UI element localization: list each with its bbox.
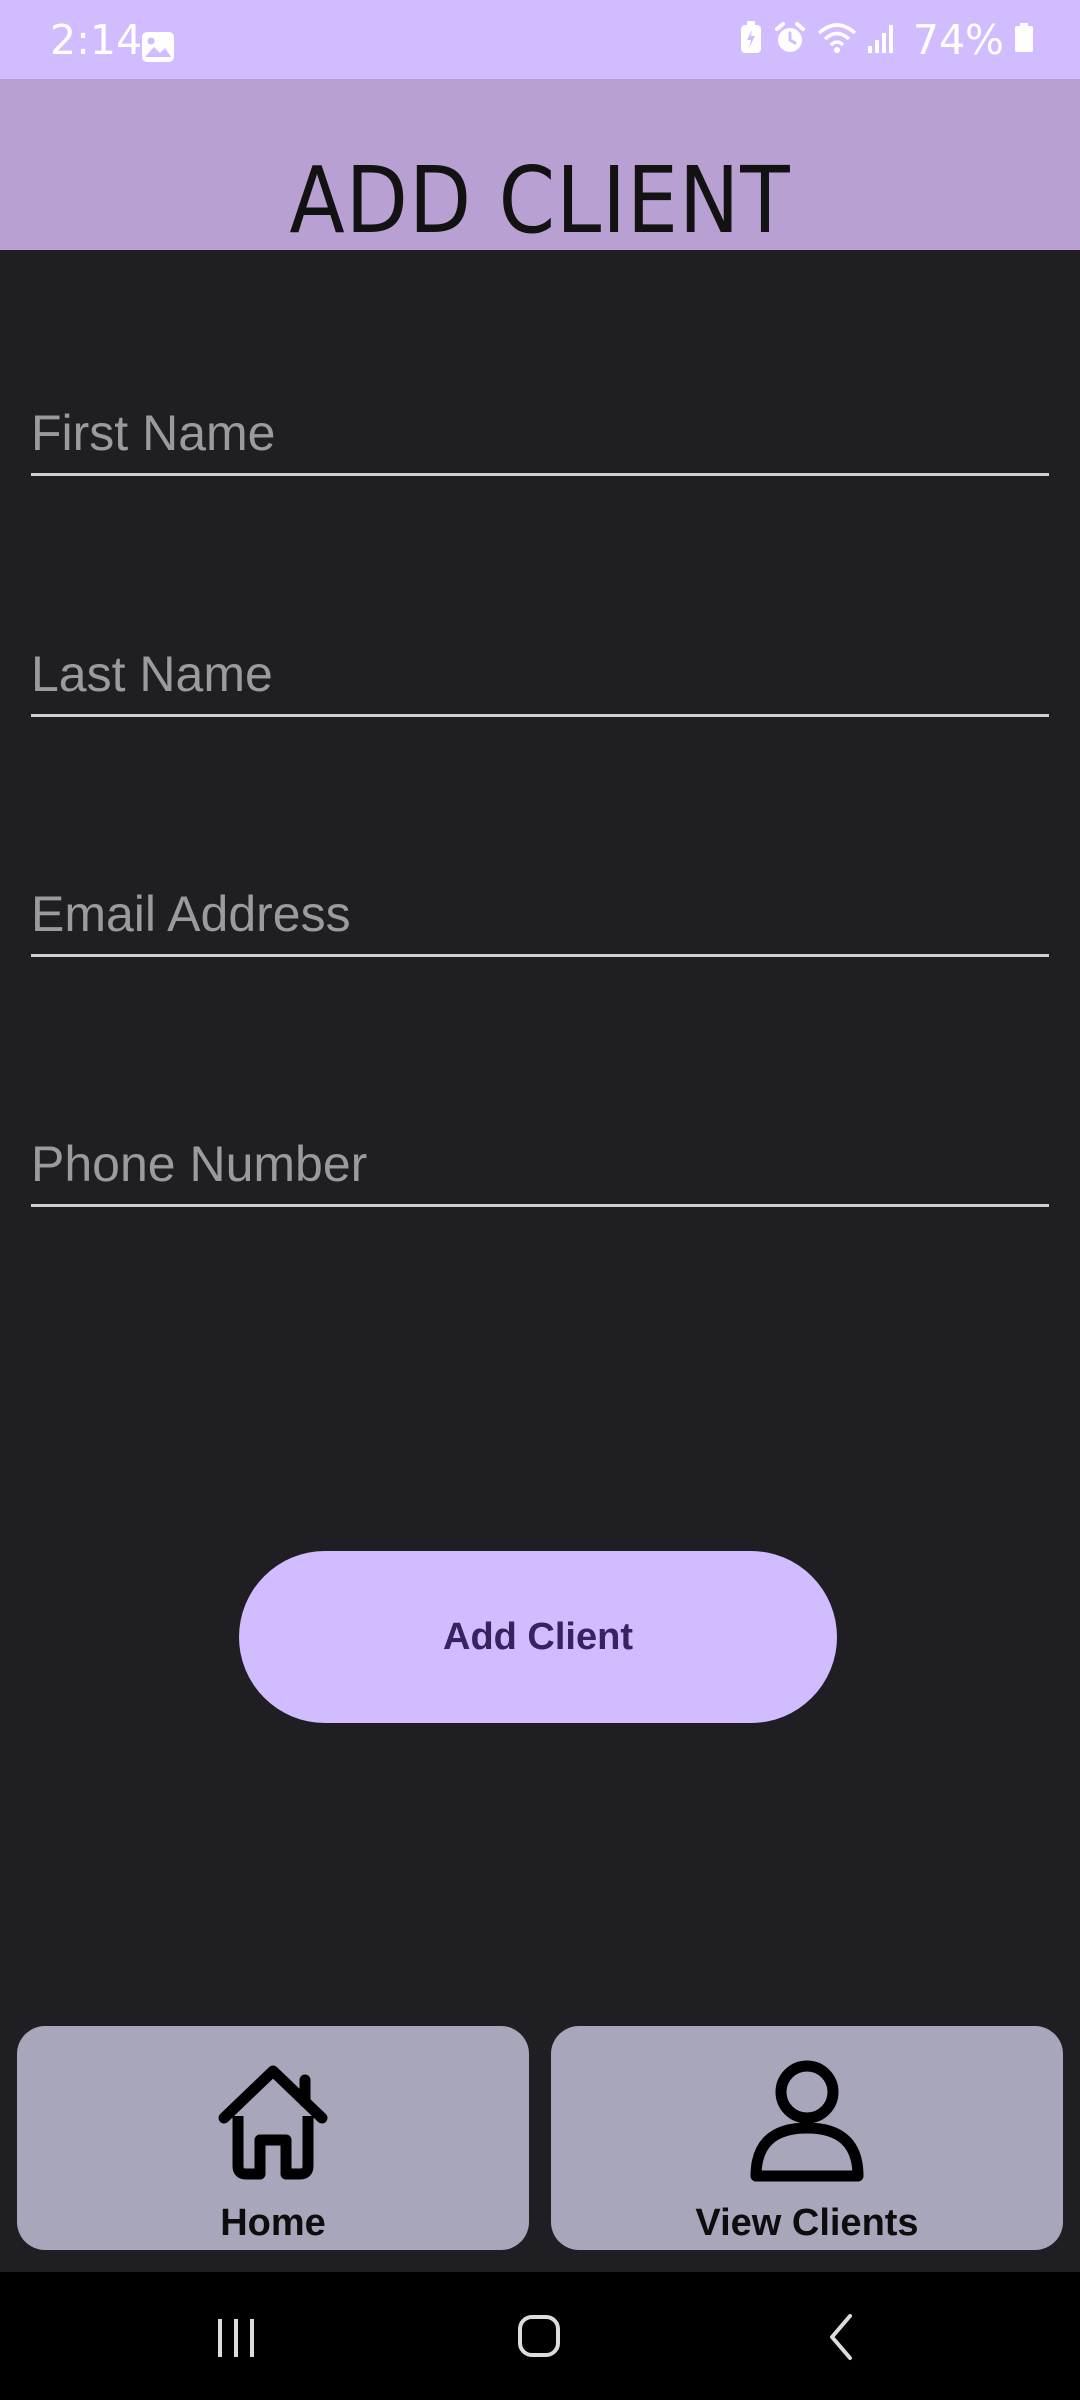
- status-time: 2:14: [50, 16, 143, 64]
- nav-view-clients-label: View Clients: [695, 2202, 919, 2244]
- person-icon: [742, 2056, 872, 2186]
- battery-percent: 74%: [912, 16, 1004, 64]
- system-nav-bar: [0, 2272, 1080, 2400]
- home-icon: [208, 2056, 338, 2186]
- recents-icon[interactable]: [196, 2302, 276, 2372]
- last-name-input[interactable]: [31, 644, 1049, 704]
- nav-home-label: Home: [220, 2202, 326, 2244]
- back-icon[interactable]: [802, 2302, 882, 2372]
- first-name-input[interactable]: [31, 403, 1049, 463]
- last-name-field: [31, 634, 1049, 717]
- add-client-button[interactable]: Add Client: [239, 1551, 837, 1723]
- signal-icon: [867, 22, 897, 59]
- alarm-icon: [773, 21, 807, 60]
- phone-field: [31, 1124, 1049, 1207]
- nav-view-clients-button[interactable]: View Clients: [551, 2026, 1063, 2250]
- battery-saver-icon: [739, 20, 763, 60]
- nav-home-button[interactable]: Home: [17, 2026, 529, 2250]
- status-bar: 2:14 74%: [0, 0, 1080, 79]
- wifi-icon: [817, 21, 857, 60]
- status-icons: 74%: [739, 18, 1034, 62]
- phone-input[interactable]: [31, 1134, 1049, 1194]
- gallery-icon: [141, 31, 175, 63]
- home-circle-icon[interactable]: [500, 2302, 580, 2372]
- app-header: ADD CLIENT: [0, 79, 1080, 254]
- email-input[interactable]: [31, 884, 1049, 944]
- battery-icon: [1014, 22, 1034, 58]
- first-name-field: [31, 393, 1049, 476]
- page-title: ADD CLIENT: [289, 147, 791, 254]
- email-field: [31, 874, 1049, 957]
